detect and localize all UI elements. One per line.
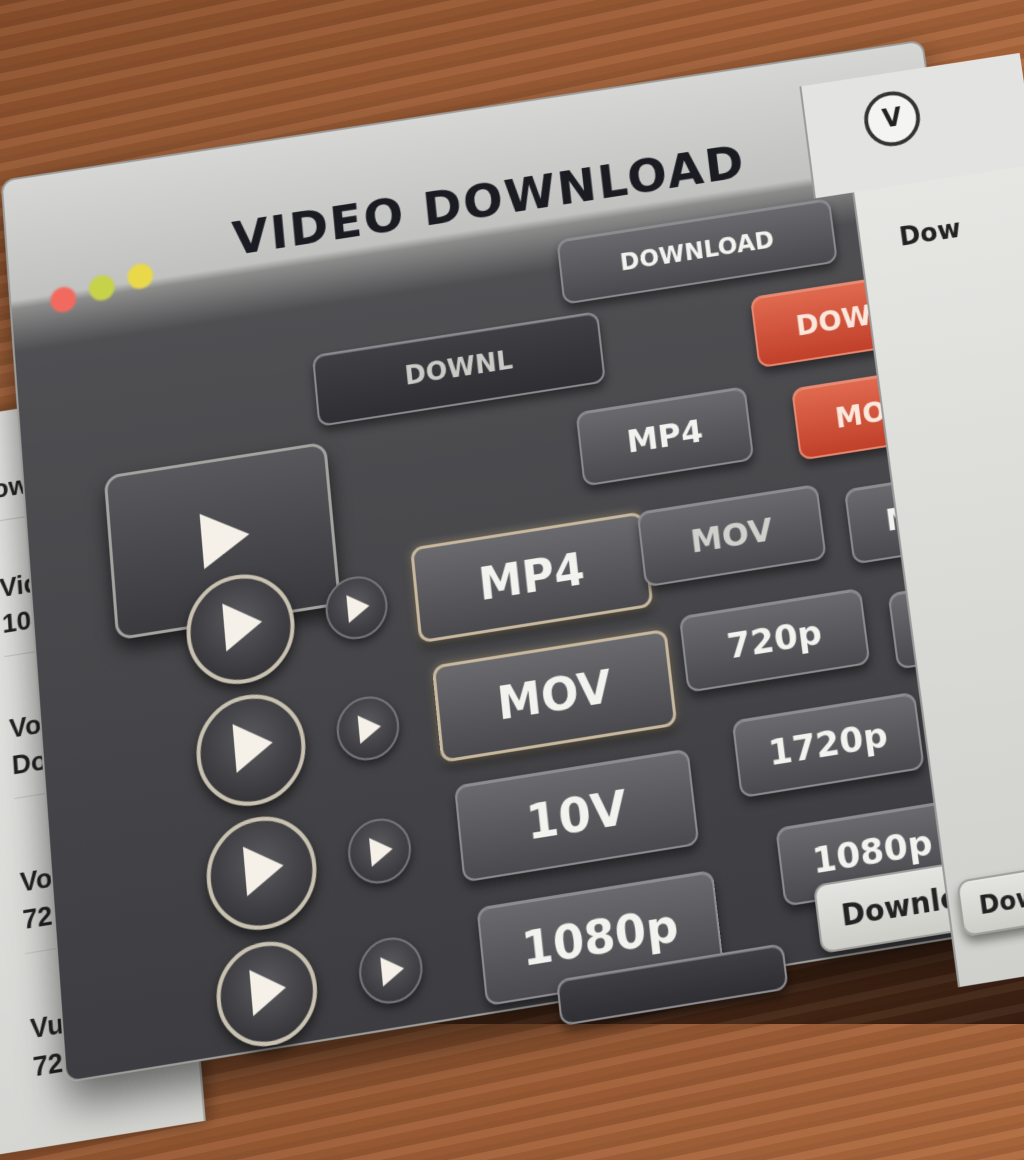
- play-small-button[interactable]: [334, 692, 402, 765]
- play-icon: [249, 964, 288, 1017]
- minimize-dot-icon[interactable]: [88, 273, 116, 303]
- play-button[interactable]: [212, 934, 322, 1054]
- scene: ownload Video 1080p Vownload Download Vo…: [0, 0, 1024, 1160]
- play-icon: [369, 834, 395, 867]
- format-mov-button[interactable]: MOV: [431, 628, 678, 763]
- play-icon: [222, 597, 265, 652]
- play-icon: [346, 591, 371, 624]
- play-button[interactable]: [202, 808, 322, 938]
- right-sidebar-item[interactable]: Dow: [898, 215, 963, 253]
- play-icon: [199, 506, 252, 570]
- play-button[interactable]: [192, 686, 311, 814]
- format-1720p-button[interactable]: 1720p: [731, 691, 925, 799]
- format-mp4-button[interactable]: MP4: [410, 511, 654, 644]
- format-10v-button[interactable]: 10V: [453, 748, 700, 883]
- close-dot-icon[interactable]: [49, 285, 77, 314]
- play-icon: [380, 953, 406, 987]
- format-mp4-button[interactable]: MP4: [575, 386, 755, 487]
- download-button[interactable]: DOWNLOAD: [556, 198, 838, 305]
- play-small-button[interactable]: [356, 932, 426, 1009]
- download-field[interactable]: DOWNL: [311, 311, 606, 427]
- maximize-dot-icon[interactable]: [126, 261, 154, 291]
- play-icon: [232, 718, 275, 773]
- play-small-button[interactable]: [345, 814, 414, 889]
- play-icon: [357, 712, 383, 744]
- download-footer-button[interactable]: Downlom: [956, 854, 1024, 938]
- format-mov-button[interactable]: MOV: [636, 483, 827, 588]
- play-icon: [242, 840, 286, 897]
- v-logo-icon[interactable]: V: [860, 87, 924, 151]
- format-720p-button[interactable]: 720p: [678, 587, 871, 693]
